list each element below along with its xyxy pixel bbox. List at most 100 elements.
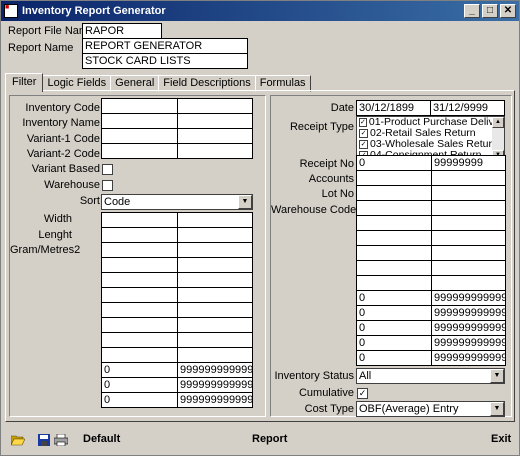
inventory-status-value: All: [359, 370, 372, 382]
range-to-cell[interactable]: [178, 144, 253, 159]
range-from-cell[interactable]: [357, 201, 432, 216]
range-from-cell[interactable]: 0: [357, 321, 432, 336]
range-from-cell[interactable]: 0: [357, 291, 432, 306]
date-to-input[interactable]: 31/12/9999: [430, 100, 505, 116]
cost-type-select[interactable]: OBF(Average) Entry ▼: [356, 401, 505, 417]
range-to-cell[interactable]: [432, 171, 506, 186]
range-from-cell[interactable]: [102, 243, 178, 258]
range-from-cell[interactable]: [102, 144, 178, 159]
print-icon[interactable]: [54, 434, 68, 446]
range-to-cell[interactable]: [432, 276, 506, 291]
save-icon[interactable]: [37, 434, 51, 446]
range-from-cell[interactable]: [102, 333, 178, 348]
range-to-cell[interactable]: [178, 318, 253, 333]
range-from-cell[interactable]: [357, 231, 432, 246]
scroll-up-icon[interactable]: ▲: [492, 117, 504, 128]
inventory-range-grid: [101, 98, 253, 159]
range-to-cell[interactable]: [432, 216, 506, 231]
range-from-cell[interactable]: 0: [357, 306, 432, 321]
maximize-button[interactable]: □: [482, 4, 498, 18]
inventory-code-label: Inventory Code: [25, 102, 100, 114]
range-from-cell[interactable]: [102, 318, 178, 333]
chevron-down-icon[interactable]: ▼: [238, 195, 252, 209]
date-from-input[interactable]: 30/12/1899: [356, 100, 431, 116]
range-to-cell[interactable]: [178, 333, 253, 348]
range-to-cell[interactable]: 99999999999999: [432, 336, 506, 351]
open-folder-icon[interactable]: [11, 434, 25, 446]
check-icon[interactable]: ✓: [359, 129, 368, 138]
variant-based-checkbox[interactable]: [102, 164, 113, 175]
range-from-cell[interactable]: [102, 258, 178, 273]
range-to-cell[interactable]: [178, 258, 253, 273]
range-from-cell[interactable]: [102, 348, 178, 363]
range-to-cell[interactable]: 99999999: [432, 156, 506, 171]
range-from-cell[interactable]: 0: [357, 336, 432, 351]
range-to-cell[interactable]: [178, 129, 253, 144]
range-from-cell[interactable]: 0: [102, 393, 178, 408]
inventory-status-select[interactable]: All ▼: [356, 368, 505, 384]
range-from-cell[interactable]: [357, 246, 432, 261]
chevron-down-icon[interactable]: ▼: [490, 402, 504, 416]
range-from-cell[interactable]: [357, 216, 432, 231]
range-from-cell[interactable]: 0: [357, 351, 432, 366]
range-to-cell[interactable]: [178, 228, 253, 243]
report-name-input-1[interactable]: REPORT GENERATOR: [82, 38, 248, 54]
range-from-cell[interactable]: 0: [102, 378, 178, 393]
report-file-name-input[interactable]: RAPOR: [82, 23, 162, 39]
warehouse-code-label: Warehouse Code: [271, 204, 357, 216]
range-from-cell[interactable]: [102, 303, 178, 318]
range-to-cell[interactable]: 99999999999999: [432, 306, 506, 321]
variant2-code-label: Variant-2 Code: [26, 148, 100, 160]
range-to-cell[interactable]: [178, 273, 253, 288]
range-to-cell[interactable]: [432, 186, 506, 201]
range-to-cell[interactable]: 99999999999999: [178, 393, 253, 408]
range-from-cell[interactable]: [102, 273, 178, 288]
range-to-cell[interactable]: 99999999999999: [432, 291, 506, 306]
range-from-cell[interactable]: [357, 276, 432, 291]
check-icon[interactable]: ✓: [359, 140, 368, 149]
range-to-cell[interactable]: 99999999999999: [432, 321, 506, 336]
right-filter-group: Date 30/12/1899 31/12/9999 Receipt Type …: [270, 95, 512, 417]
range-to-cell[interactable]: [178, 243, 253, 258]
range-from-cell[interactable]: 0: [102, 363, 178, 378]
range-to-cell[interactable]: 99999999999999: [432, 351, 506, 366]
range-from-cell[interactable]: [102, 228, 178, 243]
range-to-cell[interactable]: 99999999999999: [178, 363, 253, 378]
close-button[interactable]: ✕: [500, 4, 516, 18]
range-to-cell[interactable]: [432, 201, 506, 216]
range-to-cell[interactable]: [432, 231, 506, 246]
receipt-type-label: Receipt Type: [289, 121, 354, 133]
left-filter-group: Inventory Code Inventory Name Variant-1 …: [9, 95, 266, 417]
range-to-cell[interactable]: [178, 99, 253, 114]
warehouse-checkbox[interactable]: [102, 180, 113, 191]
range-from-cell[interactable]: [102, 114, 178, 129]
range-to-cell[interactable]: [432, 246, 506, 261]
default-button[interactable]: Default: [83, 433, 120, 445]
range-to-cell[interactable]: [178, 348, 253, 363]
report-button[interactable]: Report: [252, 433, 287, 445]
range-from-cell[interactable]: [102, 213, 178, 228]
check-icon[interactable]: ✓: [359, 118, 367, 127]
cumulative-checkbox[interactable]: ✓: [357, 388, 368, 399]
range-from-cell[interactable]: 0: [357, 156, 432, 171]
range-to-cell[interactable]: [178, 288, 253, 303]
range-to-cell[interactable]: [178, 114, 253, 129]
chevron-down-icon[interactable]: ▼: [490, 369, 504, 383]
range-from-cell[interactable]: [102, 99, 178, 114]
tab-filter[interactable]: Filter: [5, 73, 44, 92]
sort-select[interactable]: Code ▼: [101, 194, 253, 210]
report-name-input-2[interactable]: STOCK CARD LISTS: [82, 53, 248, 69]
warehouse-label: Warehouse: [44, 179, 100, 191]
range-from-cell[interactable]: [357, 171, 432, 186]
range-from-cell[interactable]: [102, 288, 178, 303]
range-from-cell[interactable]: [357, 261, 432, 276]
range-to-cell[interactable]: [432, 261, 506, 276]
exit-button[interactable]: Exit: [491, 433, 511, 445]
range-to-cell[interactable]: [178, 213, 253, 228]
range-to-cell[interactable]: [178, 303, 253, 318]
range-to-cell[interactable]: 99999999999999: [178, 378, 253, 393]
receipt-no-label: Receipt No: [299, 158, 354, 170]
minimize-button[interactable]: _: [464, 4, 480, 18]
range-from-cell[interactable]: [357, 186, 432, 201]
range-from-cell[interactable]: [102, 129, 178, 144]
